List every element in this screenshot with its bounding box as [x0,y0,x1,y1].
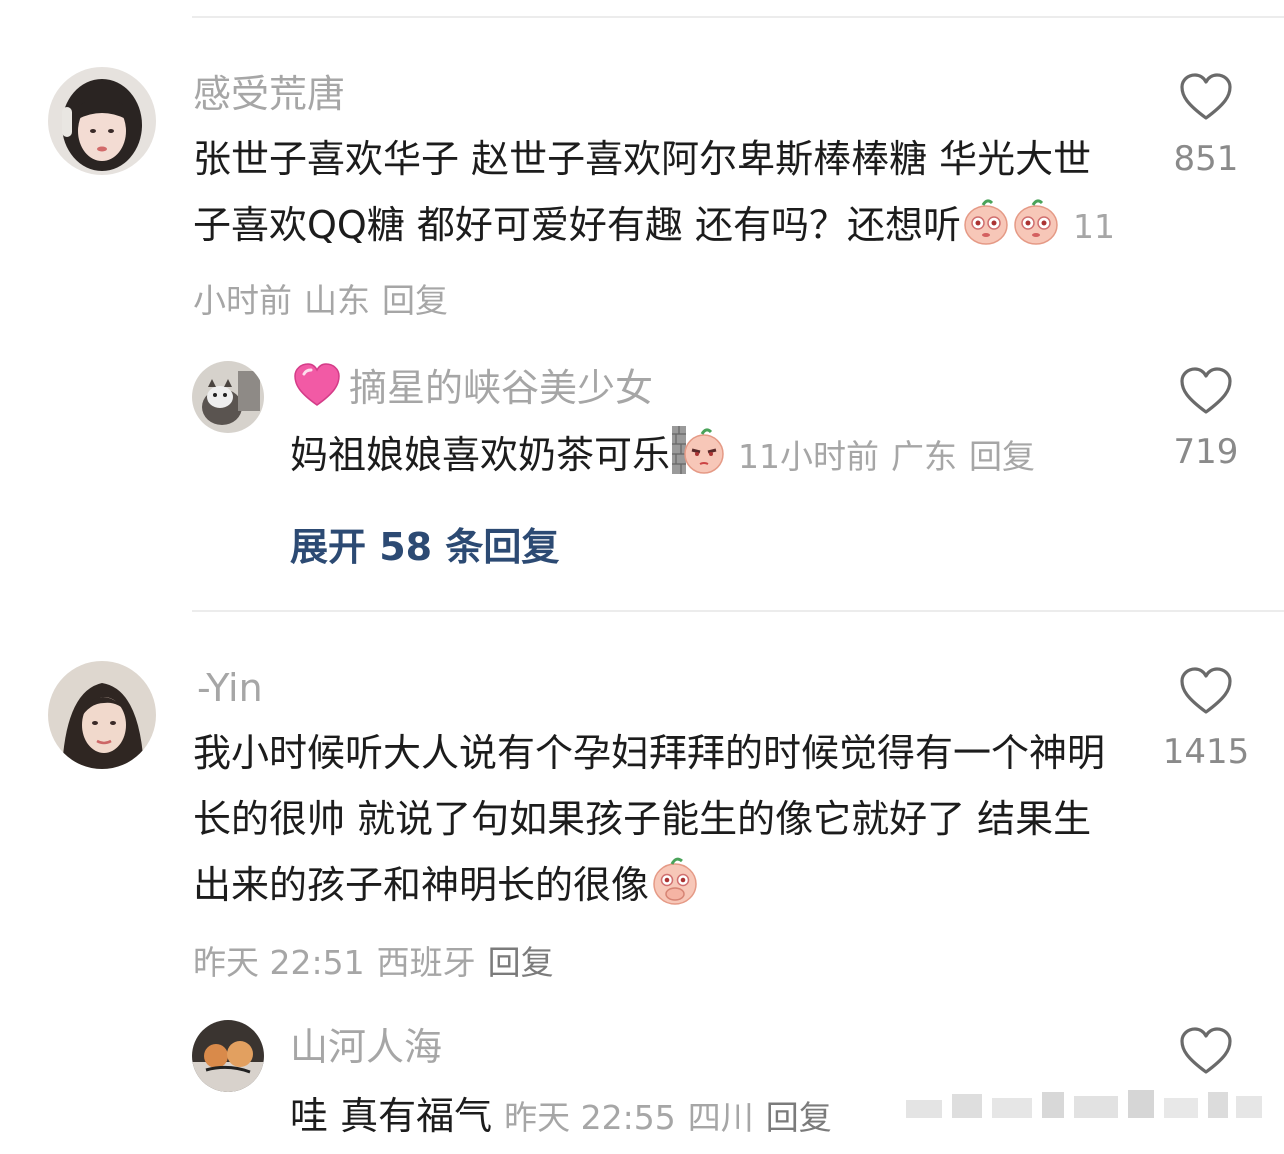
reply-body: 妈祖娘娘喜欢奶茶可乐 11小时前 广东 回复 [290,422,1150,496]
watermark-logo [906,1088,1266,1132]
comment-body: 张世子喜欢华子 赵世子喜欢阿尔卑斯棒棒糖 华光大世子喜欢QQ糖 都好可爱好有趣 … [193,126,1123,334]
top-divider [192,16,1284,18]
like-count: 851 [1173,139,1239,179]
like-heart-icon[interactable] [1179,1026,1233,1080]
reply-button[interactable]: 回复 [382,281,448,320]
avatar[interactable] [192,1020,264,1092]
avatar[interactable] [192,361,264,433]
like-count: 719 [1173,432,1239,472]
pink-heart-emoji [292,362,342,412]
comment-username[interactable]: 感受荒唐 [193,75,345,113]
reply-button[interactable]: 回复 [766,1098,832,1137]
reply-username[interactable]: 山河人海 [290,1028,442,1066]
like-heart-icon[interactable] [1179,72,1233,126]
reply-body: 哇 真有福气 昨天 22:55 四川 回复 [290,1094,832,1146]
comment-text: 张世子喜欢华子 赵世子喜欢阿尔卑斯棒棒糖 华光大世子喜欢QQ糖 都好可爱好有趣 … [193,137,1092,247]
avatar[interactable] [48,67,156,175]
avatar[interactable] [48,661,156,769]
comment-username[interactable]: -Yin [197,669,263,707]
like-heart-icon[interactable] [1179,366,1233,420]
reply-button[interactable]: 回复 [969,437,1035,476]
reply-location: 广东 [891,437,958,476]
comment-location: 山东 [304,281,370,320]
reply-time: 昨天 22:55 [504,1098,676,1137]
expand-replies-button[interactable]: 展开 58 条回复 [290,516,559,571]
comment-time: 昨天 22:51 [193,943,365,982]
reply-button[interactable]: 回复 [488,943,554,982]
reply-location: 四川 [687,1098,754,1137]
like-count: 1415 [1162,732,1250,772]
reply-username[interactable]: 摘星的峡谷美少女 [349,369,653,407]
reply-text: 妈祖娘娘喜欢奶茶可乐 [290,433,671,477]
comment-location: 西班牙 [376,943,476,982]
reply-time: 11小时前 [738,437,880,476]
comment-divider [192,610,1284,612]
like-heart-icon[interactable] [1179,666,1233,720]
peach-peek-wall-emoji [670,422,726,496]
comment-body: 我小时候听大人说有个孕妇拜拜的时候觉得有一个神明长的很帅 就说了句如果孩子能生的… [193,720,1123,926]
reply-text: 哇 真有福气 [290,1094,493,1138]
comment-meta: 昨天 22:51 西班牙 回复 [193,936,554,984]
peach-cover-mouth-emoji [649,854,701,926]
peach-shy-emoji [961,196,1011,266]
peach-shy-emoji [1011,196,1061,266]
